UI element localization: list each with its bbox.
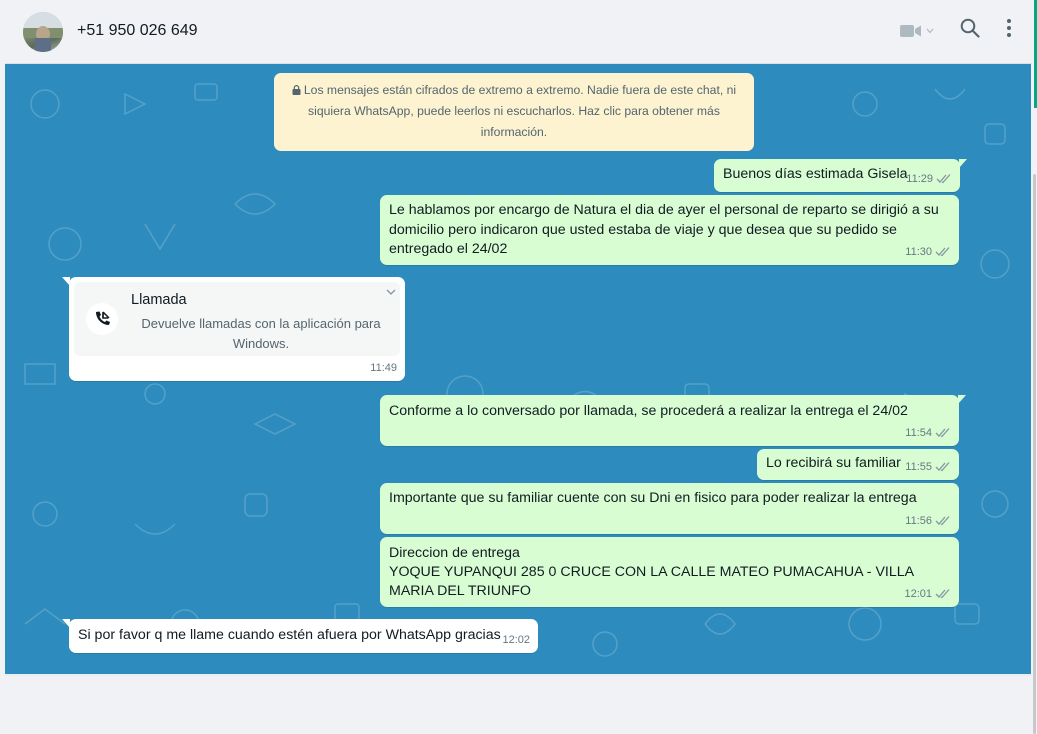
encryption-notice-text: Los mensajes están cifrados de extremo a… xyxy=(303,83,737,139)
lock-icon xyxy=(292,85,301,95)
message-time: 12:01 xyxy=(904,587,932,600)
chevron-down-icon xyxy=(926,28,934,33)
message-time: 11:49 xyxy=(370,361,397,374)
message-text: Conforme a lo conversado por llamada, se… xyxy=(389,403,908,419)
message-bubble-incoming[interactable]: Si por favor q me llame cuando estén afu… xyxy=(62,619,538,653)
double-check-icon xyxy=(935,462,950,472)
chat-area: Los mensajes están cifrados de extremo a… xyxy=(5,64,1032,674)
message-time: 12:02 xyxy=(502,633,530,646)
chat-header: +51 950 026 649 xyxy=(5,0,1032,64)
menu-dots-icon[interactable] xyxy=(1006,18,1012,43)
message-text: Direccion de entrega YOQUE YUPANQUI 285 … xyxy=(389,545,914,599)
message-bubble-outgoing[interactable]: Importante que su familiar cuente con su… xyxy=(380,483,959,534)
message-time: 11:55 xyxy=(905,460,932,473)
message-text: Le hablamos por encargo de Natura el dia… xyxy=(389,202,939,257)
message-bubble-outgoing[interactable]: Conforme a lo conversado por llamada, se… xyxy=(380,395,966,446)
scrollbar[interactable] xyxy=(1031,64,1037,734)
message-time: 11:56 xyxy=(905,514,932,527)
search-icon[interactable] xyxy=(960,18,980,43)
call-description: Devuelve llamadas con la aplicación para… xyxy=(141,316,381,351)
call-title: Llamada xyxy=(131,292,187,308)
double-check-icon xyxy=(935,428,950,438)
message-bubble-outgoing[interactable]: Le hablamos por encargo de Natura el dia… xyxy=(380,195,959,265)
message-text: Importante que su familiar cuente con su… xyxy=(389,490,917,506)
chevron-down-icon[interactable] xyxy=(386,289,396,296)
scrollbar-thumb[interactable] xyxy=(1033,174,1036,734)
message-time: 11:29 xyxy=(906,172,933,185)
double-check-icon xyxy=(935,247,950,257)
video-call-icon[interactable] xyxy=(900,24,934,38)
double-check-icon xyxy=(936,174,951,184)
call-card[interactable]: Llamada Devuelve llamadas con la aplicac… xyxy=(74,282,400,356)
contact-name[interactable]: +51 950 026 649 xyxy=(77,22,198,40)
double-check-icon xyxy=(935,589,950,599)
double-check-icon xyxy=(935,516,950,526)
message-bubble-outgoing[interactable]: Buenos días estimada Gisela 11:29 xyxy=(714,159,967,192)
message-time: 11:54 xyxy=(905,426,932,439)
message-bubble-outgoing[interactable]: Direccion de entrega YOQUE YUPANQUI 285 … xyxy=(380,537,959,607)
message-text: Si por favor q me llame cuando estén afu… xyxy=(78,627,501,643)
contact-avatar[interactable] xyxy=(23,12,63,52)
message-time: 11:30 xyxy=(905,245,932,258)
message-bubble-outgoing[interactable]: Lo recibirá su familiar 11:55 xyxy=(757,449,959,480)
encryption-notice[interactable]: Los mensajes están cifrados de extremo a… xyxy=(274,73,754,151)
missed-call-icon xyxy=(86,303,118,335)
call-message-bubble[interactable]: Llamada Devuelve llamadas con la aplicac… xyxy=(62,277,405,381)
